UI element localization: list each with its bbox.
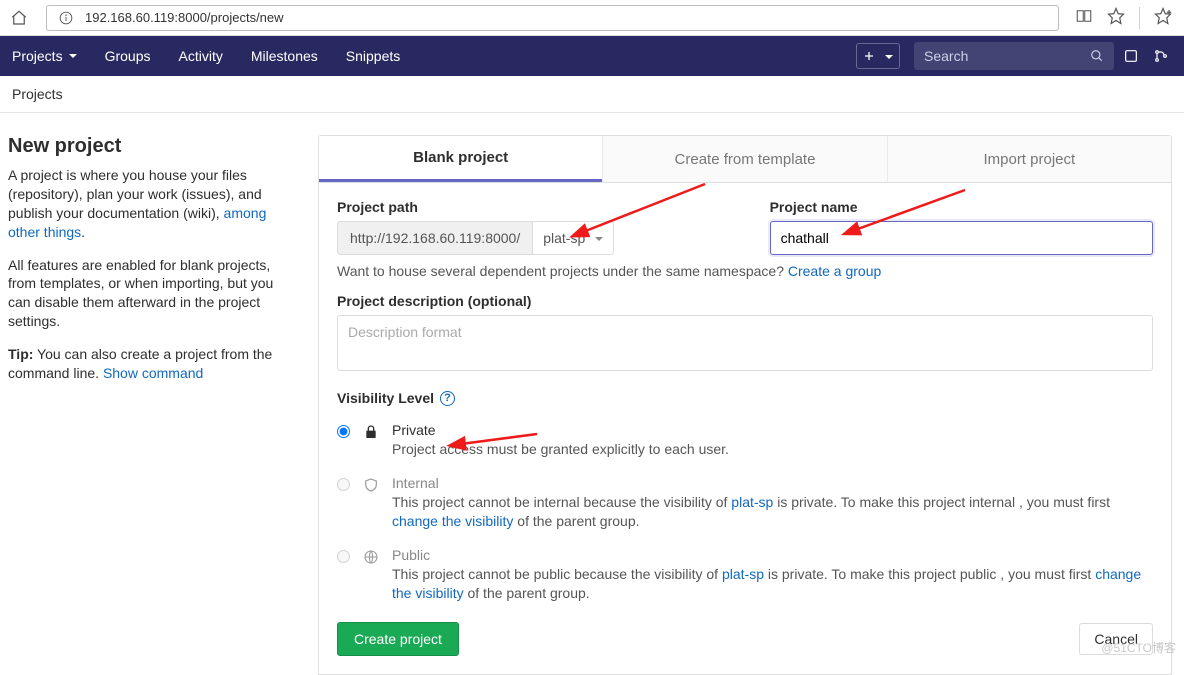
info-icon (55, 7, 77, 29)
namespace-value: plat-sp (543, 230, 585, 246)
page-desc-1: A project is where you house your files … (8, 166, 298, 242)
visibility-public-desc: This project cannot be public because th… (392, 565, 1153, 603)
top-navbar: Projects Groups Activity Milestones Snip… (0, 36, 1184, 76)
help-icon[interactable]: ? (440, 391, 455, 406)
browser-actions (1075, 7, 1176, 29)
change-visibility-link[interactable]: change the visibility (392, 513, 513, 529)
create-project-button[interactable]: Create project (337, 622, 459, 656)
tab-import[interactable]: Import project (887, 136, 1171, 182)
reader-icon[interactable] (1075, 7, 1093, 28)
nav-activity[interactable]: Activity (167, 36, 235, 76)
address-bar[interactable]: 192.168.60.119:8000/projects/new (46, 5, 1059, 31)
project-name-input[interactable] (770, 221, 1153, 255)
url-text: 192.168.60.119:8000/projects/new (85, 10, 284, 25)
chevron-down-icon (879, 48, 893, 64)
form-panel: Blank project Create from template Impor… (318, 135, 1172, 675)
nav-milestones[interactable]: Milestones (239, 36, 330, 76)
visibility-private-title: Private (392, 422, 1153, 438)
merge-requests-icon[interactable] (1148, 48, 1174, 64)
watermark: @51CTO博客 (1101, 639, 1176, 656)
path-base: http://192.168.60.119:8000/ (337, 221, 532, 255)
visibility-private-radio[interactable] (337, 425, 350, 438)
new-button[interactable] (856, 43, 900, 69)
namespace-link[interactable]: plat-sp (731, 494, 773, 510)
lock-icon (362, 423, 380, 441)
nav-groups[interactable]: Groups (93, 36, 163, 76)
namespace-select[interactable]: plat-sp (532, 221, 614, 255)
search-placeholder: Search (924, 48, 968, 64)
search-input[interactable]: Search (914, 42, 1114, 70)
visibility-internal-title: Internal (392, 475, 1153, 491)
namespace-link[interactable]: plat-sp (722, 566, 764, 582)
tab-blank[interactable]: Blank project (319, 136, 602, 182)
visibility-level-label: Visibility Level ? (337, 390, 1153, 406)
project-desc-input[interactable] (337, 315, 1153, 371)
globe-icon (362, 548, 380, 566)
project-path-input: http://192.168.60.119:8000/ plat-sp (337, 221, 740, 255)
visibility-private-desc: Project access must be granted explicitl… (392, 440, 1153, 459)
visibility-internal-radio (337, 478, 350, 491)
browser-toolbar: 192.168.60.119:8000/projects/new (0, 0, 1184, 36)
sidebar-info: New project A project is where you house… (8, 135, 298, 675)
shield-icon (362, 476, 380, 494)
form-pane: Project path http://192.168.60.119:8000/… (318, 183, 1172, 675)
page-title: New project (8, 135, 298, 158)
create-group-link[interactable]: Create a group (788, 263, 881, 279)
project-desc-label: Project description (optional) (337, 293, 1153, 309)
tab-template[interactable]: Create from template (602, 136, 886, 182)
project-path-label: Project path (337, 199, 740, 215)
star-icon[interactable] (1107, 7, 1125, 28)
visibility-public-title: Public (392, 547, 1153, 563)
main-content: New project A project is where you house… (0, 113, 1184, 675)
visibility-private[interactable]: Private Project access must be granted e… (337, 416, 1153, 469)
home-icon[interactable] (8, 7, 30, 29)
nav-projects[interactable]: Projects (0, 36, 89, 76)
visibility-public: Public This project cannot be public bec… (337, 541, 1153, 613)
project-name-label: Project name (770, 199, 1153, 215)
visibility-public-radio (337, 550, 350, 563)
page-tip: Tip: You can also create a project from … (8, 345, 298, 383)
breadcrumb: Projects (0, 76, 1184, 113)
page-desc-2: All features are enabled for blank proje… (8, 256, 298, 332)
search-icon (1090, 49, 1104, 63)
show-command-link[interactable]: Show command (103, 365, 203, 381)
nav-snippets[interactable]: Snippets (334, 36, 412, 76)
issues-icon[interactable] (1118, 48, 1144, 64)
visibility-internal: Internal This project cannot be internal… (337, 469, 1153, 541)
favorites-icon[interactable] (1154, 7, 1172, 28)
project-tabs: Blank project Create from template Impor… (318, 135, 1172, 183)
chevron-down-icon (591, 230, 603, 246)
namespace-hint: Want to house several dependent projects… (337, 263, 1153, 279)
visibility-internal-desc: This project cannot be internal because … (392, 493, 1153, 531)
